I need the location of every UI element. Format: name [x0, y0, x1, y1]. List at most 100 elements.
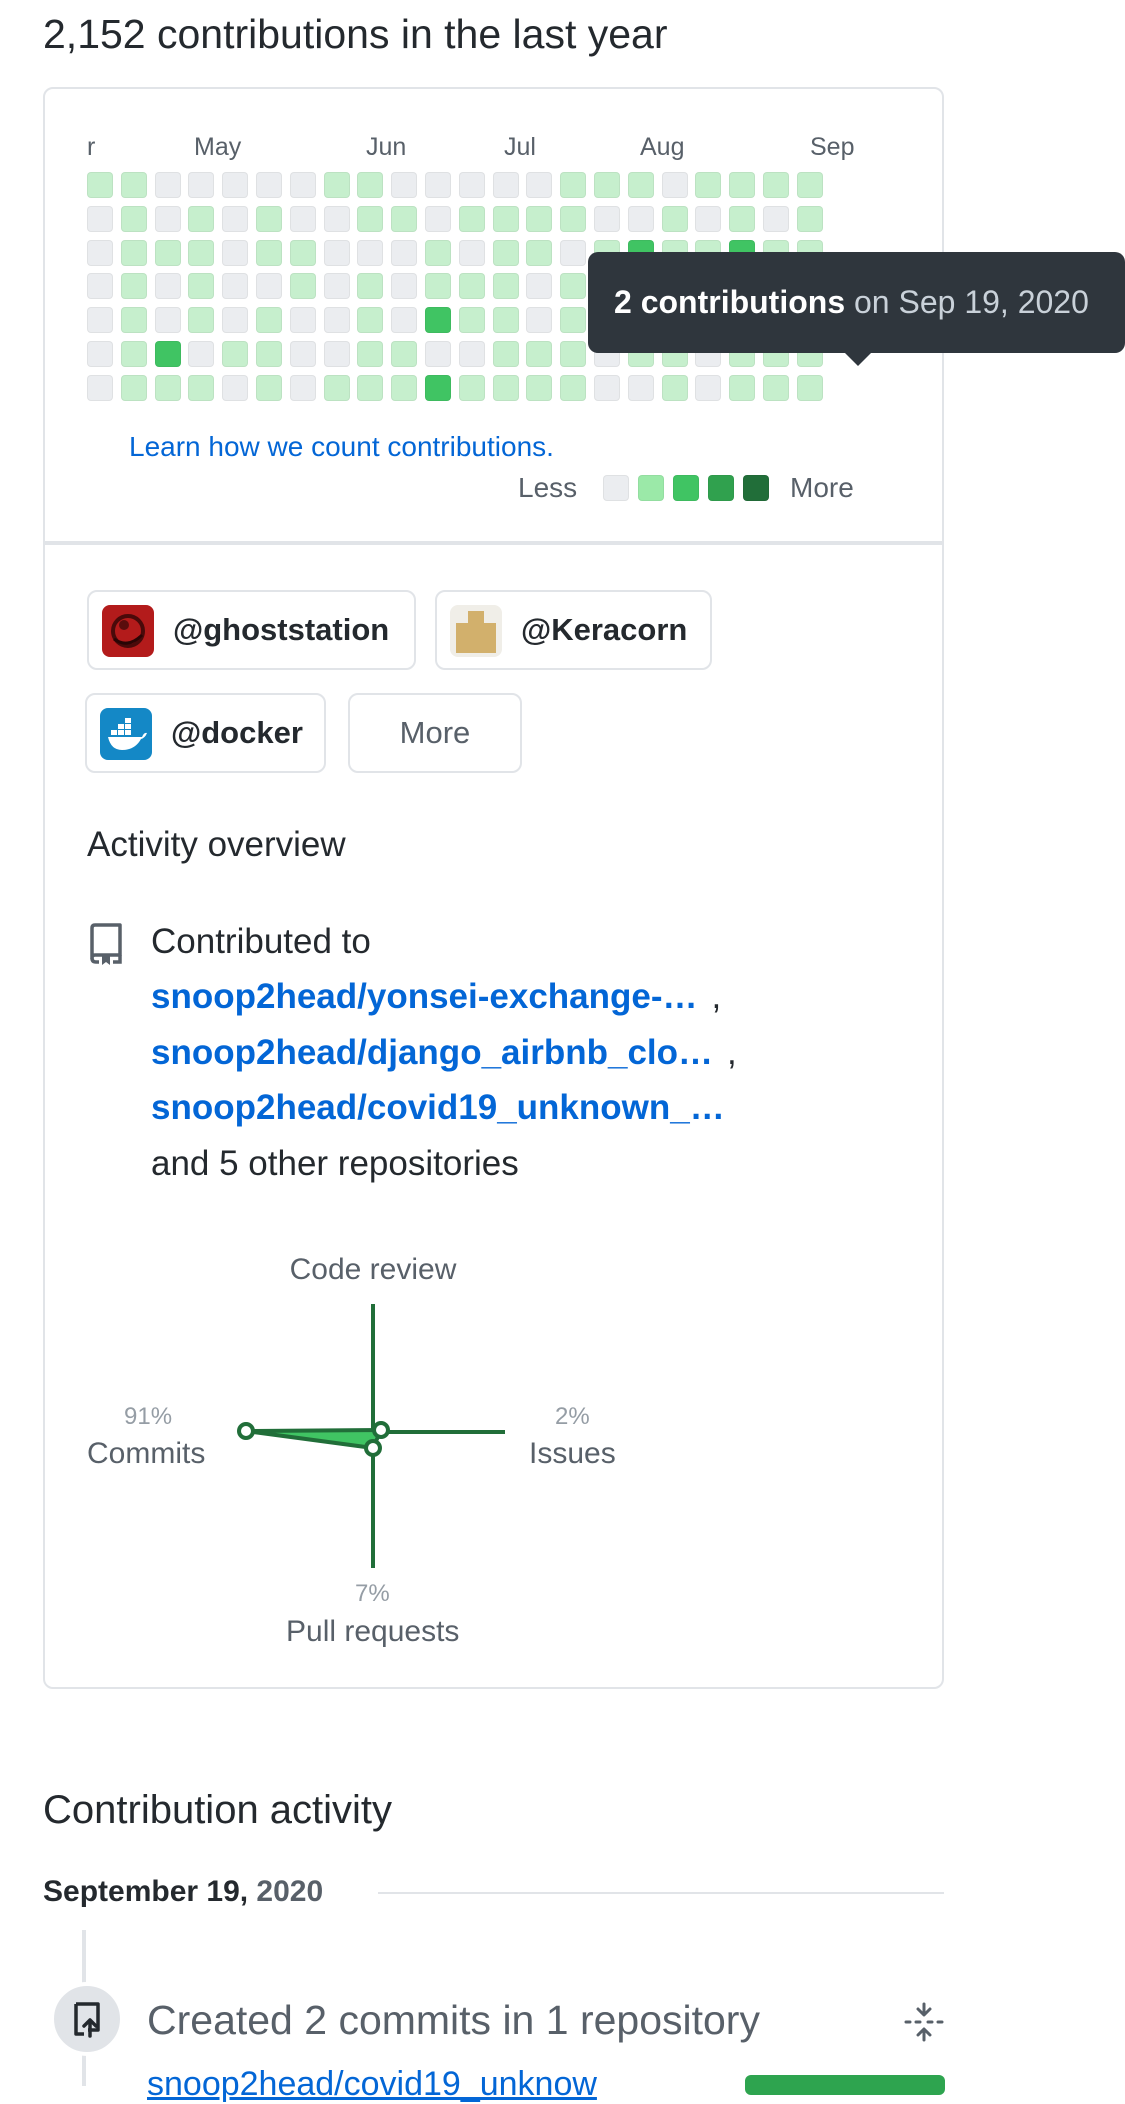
contribution-day[interactable] [425, 239, 451, 266]
contribution-day[interactable] [560, 239, 587, 266]
contribution-day[interactable] [256, 374, 282, 401]
contribution-day[interactable] [256, 172, 282, 198]
contribution-day[interactable] [560, 307, 587, 334]
contribution-day[interactable] [87, 374, 113, 401]
contribution-day[interactable] [188, 374, 215, 401]
contribution-day[interactable] [256, 205, 282, 232]
contribution-day[interactable] [492, 341, 519, 367]
contribution-day[interactable] [425, 341, 451, 367]
event-repo-link[interactable]: snoop2head/covid19_unknow [147, 2064, 597, 2104]
contribution-day[interactable] [222, 172, 249, 198]
contribution-day[interactable] [391, 205, 418, 232]
contribution-day[interactable] [695, 374, 722, 401]
contribution-day[interactable] [560, 273, 587, 300]
contribution-day[interactable] [154, 239, 181, 266]
org-filter-docker[interactable]: @docker [85, 693, 326, 773]
contribution-day[interactable] [154, 273, 181, 300]
contribution-day[interactable] [120, 374, 147, 401]
contribution-day[interactable] [87, 341, 113, 367]
contribution-day[interactable] [695, 205, 722, 232]
contribution-day[interactable] [729, 205, 756, 232]
repo-link[interactable]: snoop2head/yonsei-exchange-… [151, 977, 698, 1016]
contribution-day[interactable] [357, 172, 384, 198]
contribution-day[interactable] [391, 273, 418, 300]
contribution-day[interactable] [661, 374, 688, 401]
contribution-day[interactable] [458, 239, 485, 266]
contribution-day[interactable] [594, 374, 620, 401]
contribution-day[interactable] [323, 374, 350, 401]
commit-event-title[interactable]: Created 2 commits in 1 repository [147, 1996, 760, 2044]
contribution-day[interactable] [560, 205, 587, 232]
contribution-day[interactable] [526, 374, 553, 401]
contribution-day[interactable] [661, 172, 688, 198]
contribution-day[interactable] [120, 172, 147, 198]
contribution-day[interactable] [763, 374, 789, 401]
org-filter-ghoststation[interactable]: @ghoststation [87, 590, 416, 670]
contribution-day[interactable] [391, 341, 418, 367]
contribution-day[interactable] [425, 172, 451, 198]
contribution-day[interactable] [391, 307, 418, 334]
contribution-day[interactable] [289, 273, 316, 300]
contribution-day[interactable] [560, 172, 587, 198]
contribution-day[interactable] [425, 374, 451, 401]
contribution-day[interactable] [458, 273, 485, 300]
org-filter-keracorn[interactable]: @Keracorn [435, 590, 712, 670]
contribution-day[interactable] [154, 205, 181, 232]
contribution-day[interactable] [560, 341, 587, 367]
contribution-day[interactable] [357, 239, 384, 266]
contribution-day[interactable] [627, 205, 654, 232]
contribution-day[interactable] [87, 239, 113, 266]
contribution-day[interactable] [526, 239, 553, 266]
contribution-day[interactable] [526, 273, 553, 300]
contribution-day[interactable] [492, 205, 519, 232]
contribution-day[interactable] [492, 273, 519, 300]
contribution-day[interactable] [492, 239, 519, 266]
contribution-day[interactable] [425, 205, 451, 232]
contribution-day[interactable] [120, 273, 147, 300]
contribution-day[interactable] [357, 273, 384, 300]
contribution-day[interactable] [560, 374, 587, 401]
contribution-day[interactable] [222, 341, 249, 367]
contribution-day[interactable] [661, 205, 688, 232]
contribution-day[interactable] [526, 172, 553, 198]
contribution-day[interactable] [188, 239, 215, 266]
contribution-day[interactable] [120, 205, 147, 232]
contribution-day[interactable] [458, 205, 485, 232]
contribution-day[interactable] [256, 239, 282, 266]
contribution-day[interactable] [87, 205, 113, 232]
contribution-day[interactable] [492, 374, 519, 401]
contribution-day[interactable] [695, 172, 722, 198]
contribution-day[interactable] [289, 341, 316, 367]
contribution-day[interactable] [526, 307, 553, 334]
contribution-day[interactable] [492, 307, 519, 334]
contribution-day[interactable] [256, 307, 282, 334]
contribution-day[interactable] [391, 374, 418, 401]
contribution-day[interactable] [289, 205, 316, 232]
contribution-day[interactable] [222, 307, 249, 334]
contribution-day[interactable] [222, 239, 249, 266]
contribution-day[interactable] [188, 205, 215, 232]
collapse-icon[interactable] [902, 2002, 946, 2042]
contribution-day[interactable] [357, 307, 384, 334]
contribution-day[interactable] [729, 374, 756, 401]
contribution-day[interactable] [120, 341, 147, 367]
contribution-day[interactable] [323, 205, 350, 232]
contribution-day[interactable] [458, 341, 485, 367]
contribution-day[interactable] [796, 205, 823, 232]
contribution-day[interactable] [357, 341, 384, 367]
contribution-day[interactable] [391, 239, 418, 266]
contribution-day[interactable] [526, 205, 553, 232]
contribution-day[interactable] [188, 172, 215, 198]
contribution-day[interactable] [458, 374, 485, 401]
contribution-day[interactable] [425, 273, 451, 300]
contribution-day[interactable] [323, 172, 350, 198]
contribution-day[interactable] [492, 172, 519, 198]
contribution-day[interactable] [458, 172, 485, 198]
contribution-day[interactable] [289, 172, 316, 198]
contribution-day[interactable] [323, 273, 350, 300]
contribution-day[interactable] [763, 205, 789, 232]
contribution-day[interactable] [188, 341, 215, 367]
repo-link[interactable]: snoop2head/django_airbnb_clo… [151, 1033, 713, 1072]
contribution-day[interactable] [154, 172, 181, 198]
contribution-day[interactable] [526, 341, 553, 367]
